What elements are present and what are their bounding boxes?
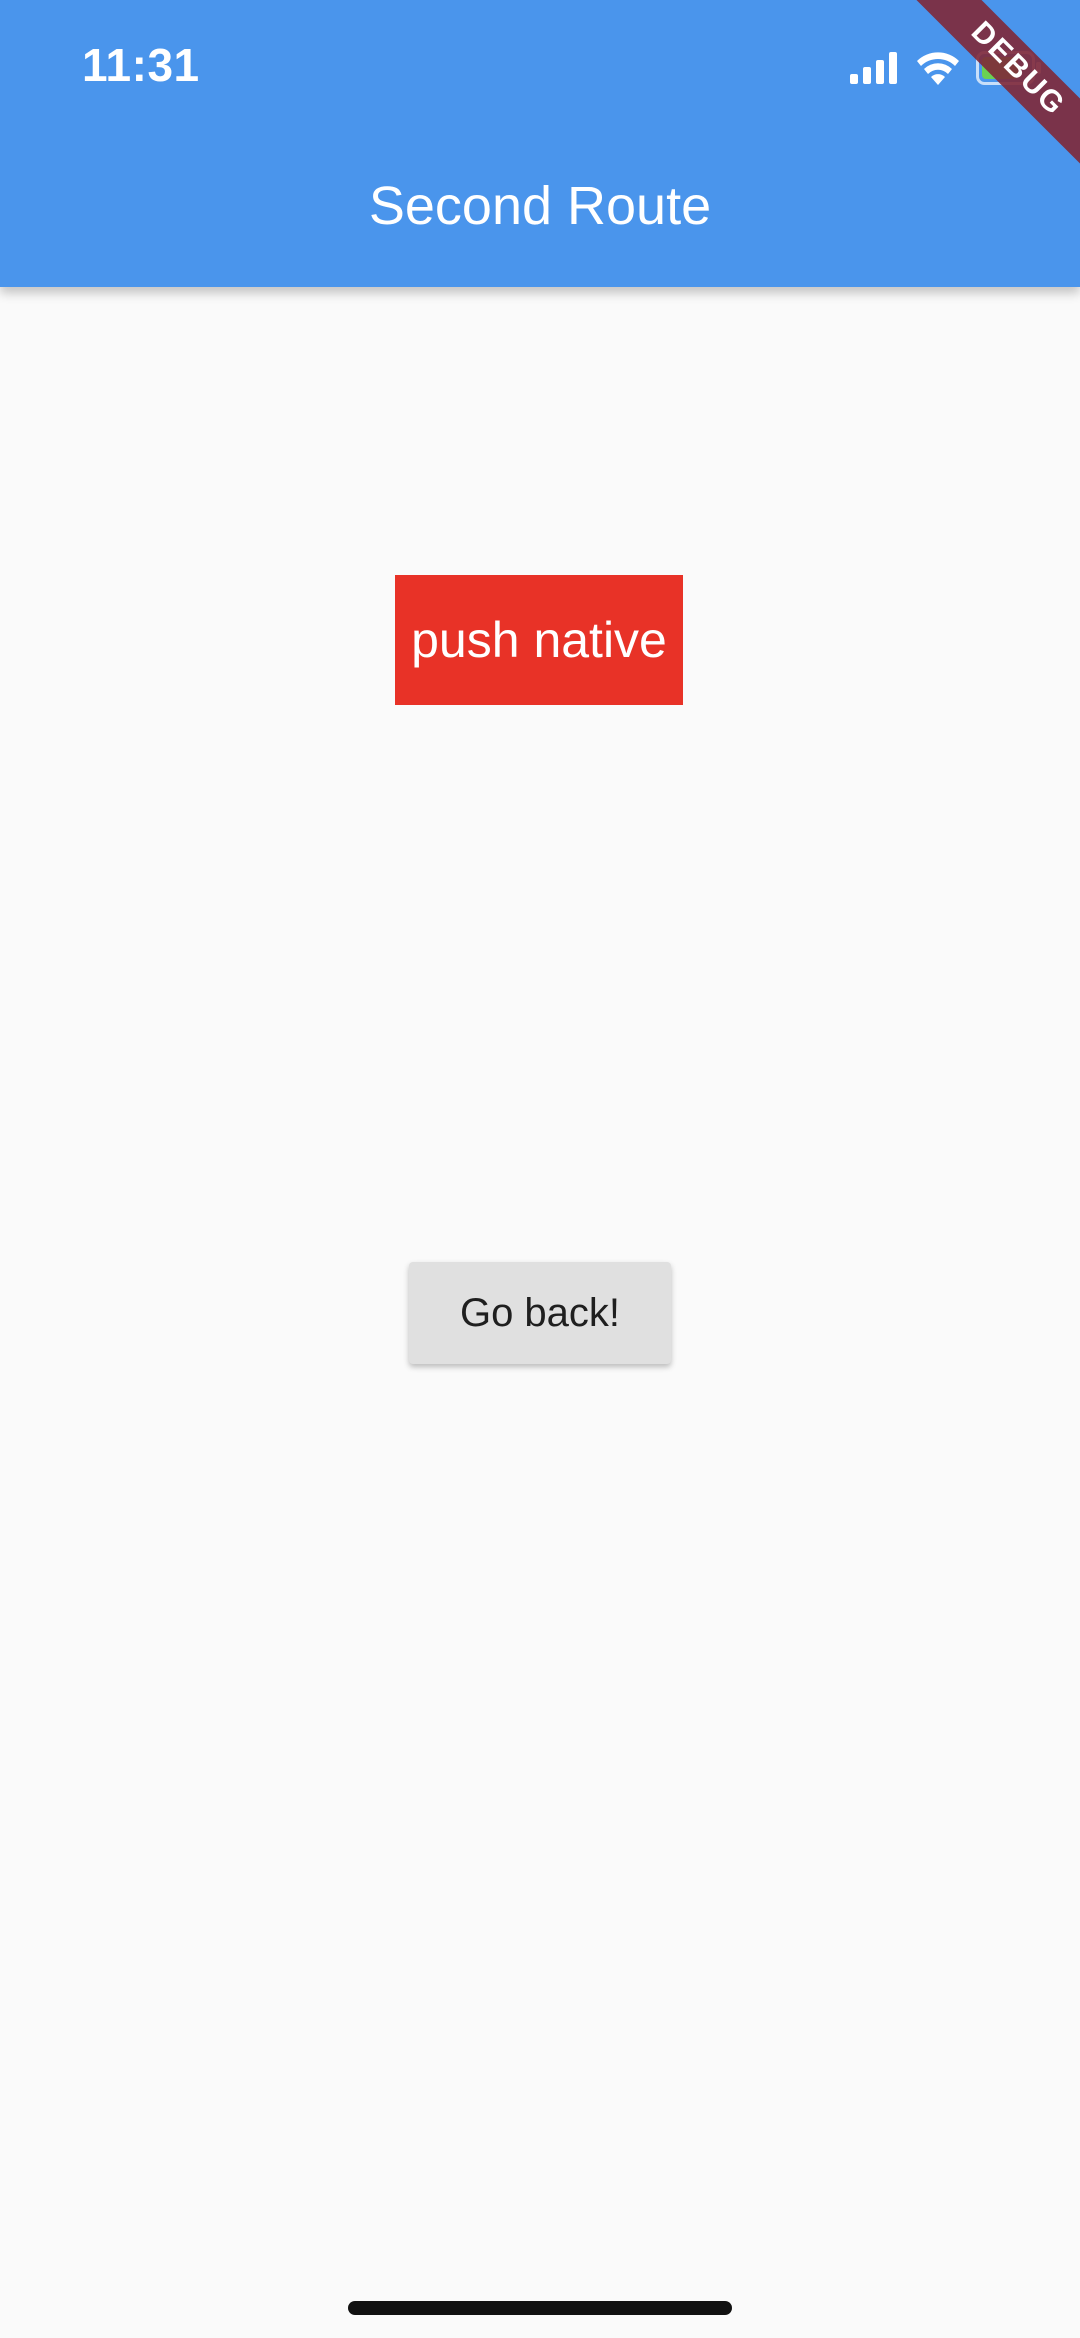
push-native-button[interactable]: push native — [395, 575, 683, 705]
app-bar: 11:31 Second Route — [0, 0, 1080, 287]
status-time: 11:31 — [82, 39, 200, 91]
page-title: Second Route — [368, 176, 712, 236]
battery-icon — [976, 51, 1041, 85]
signal-icon — [850, 52, 897, 84]
wifi-icon — [917, 52, 959, 85]
push-native-label: push native — [411, 612, 667, 668]
go-back-label: Go back! — [459, 1290, 621, 1335]
status-icons — [850, 48, 1042, 88]
go-back-button[interactable]: Go back! — [409, 1262, 671, 1364]
screen: 11:31 Second Route DEBUG push native Go … — [0, 0, 1080, 2338]
home-indicator[interactable] — [348, 2301, 732, 2315]
